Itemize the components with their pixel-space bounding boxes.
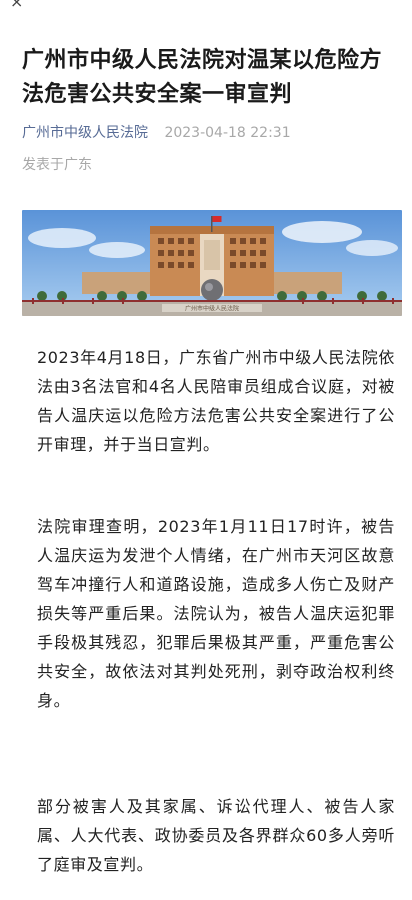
paragraph-2: 法院审理查明，2023年1月11日17时许，被告人温庆运为发泄个人情绪，在广州市…: [37, 517, 395, 710]
close-icon[interactable]: ×: [10, 0, 23, 10]
courthouse-sign-text: 广州市中级人民法院: [185, 305, 239, 313]
article-title: 广州市中级人民法院对温某以危险方法危害公共安全案一审宣判: [22, 48, 383, 107]
paragraph-3: 部分被害人及其家属、诉讼代理人、被告人家属、人大代表、政协委员及各界群众60多人…: [37, 797, 395, 874]
article-meta: 广州市中级人民法院 2023-04-18 22:31: [22, 124, 291, 142]
source-account-link[interactable]: 广州市中级人民法院: [22, 125, 148, 141]
article-page: × 广州市中级人民法院对温某以危险方法危害公共安全案一审宣判 广州市中级人民法院…: [0, 0, 412, 900]
publish-time: 2023-04-18 22:31: [164, 125, 291, 141]
paragraph-1: 2023年4月18日，广东省广州市中级人民法院依法由3名法官和4名人民陪审员组成…: [37, 348, 395, 454]
courthouse-illustration: 广州市中级人民法院: [22, 210, 402, 316]
publish-location: 发表于广东: [22, 157, 92, 173]
courthouse-photo[interactable]: 广州市中级人民法院: [22, 210, 402, 316]
